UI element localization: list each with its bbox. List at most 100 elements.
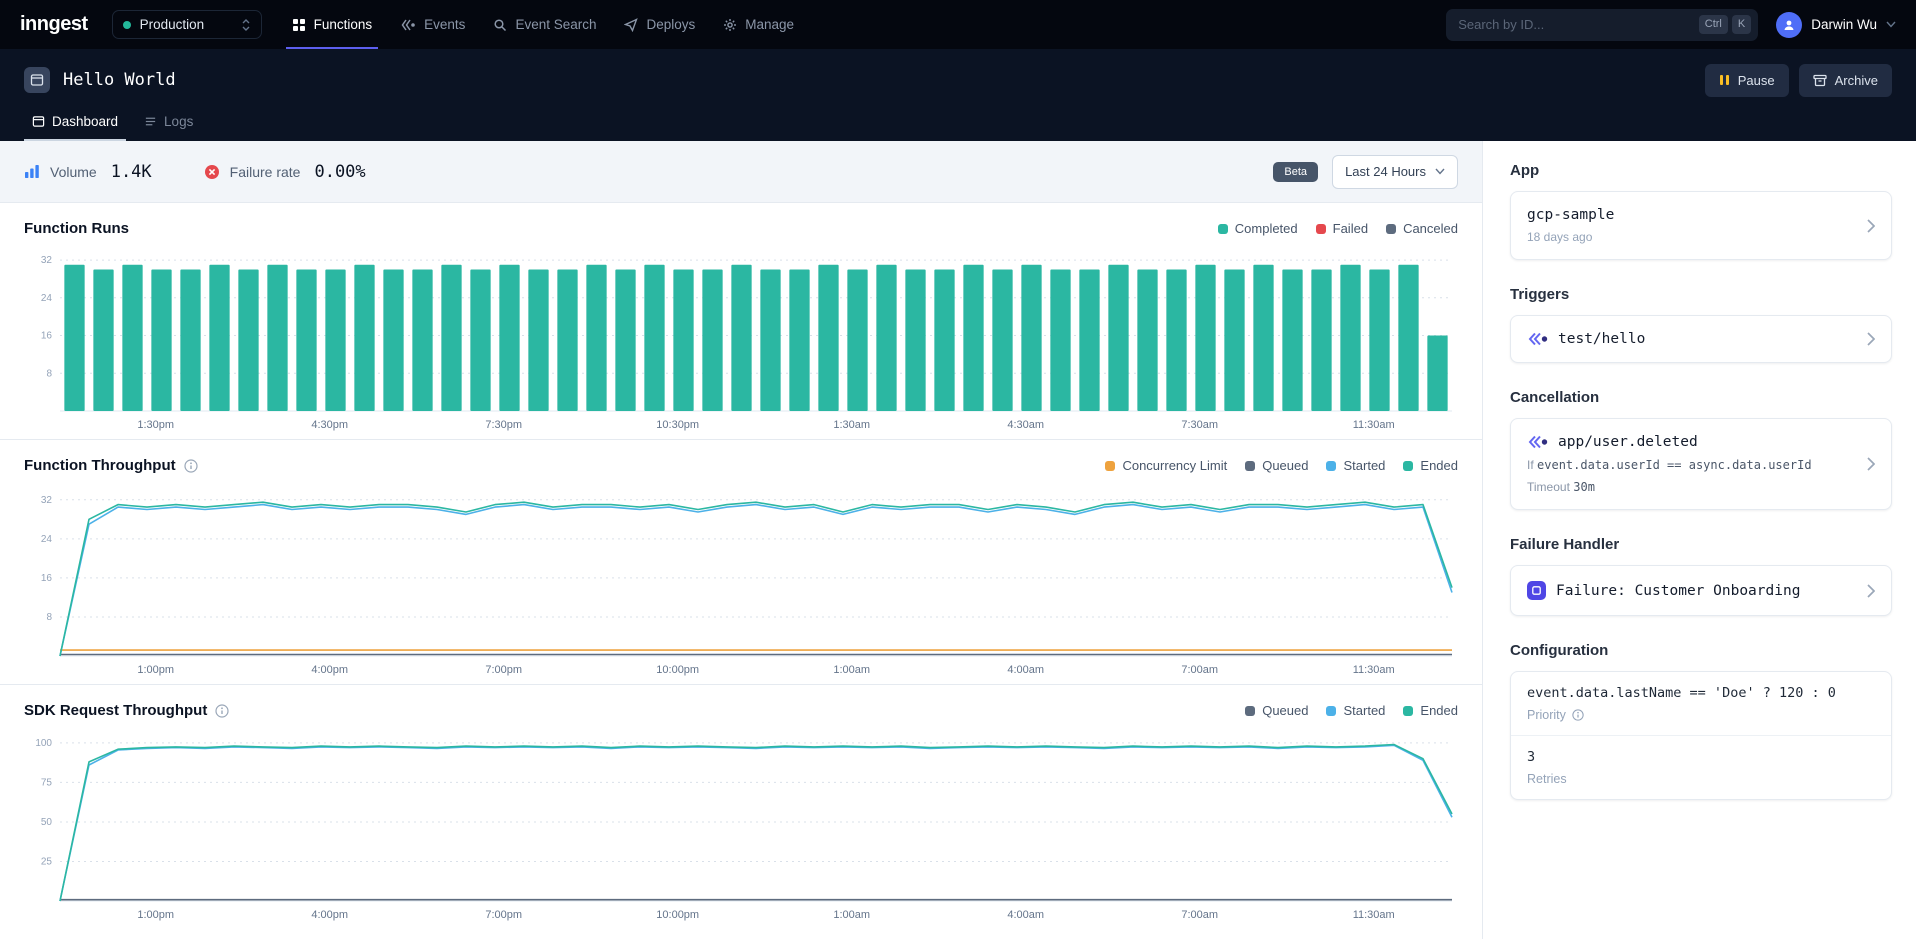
svg-text:32: 32: [41, 255, 53, 266]
cancellation-if-condition: If event.data.userId == async.data.userI…: [1527, 458, 1857, 472]
failure-handler-card[interactable]: Failure: Customer Onboarding: [1510, 565, 1892, 616]
legend-swatch: [1326, 706, 1336, 716]
svg-text:1:00pm: 1:00pm: [137, 664, 174, 676]
svg-text:10:00pm: 10:00pm: [656, 909, 699, 921]
legend-label: Failed: [1333, 221, 1368, 236]
app-heading: App: [1510, 162, 1892, 179]
function-app-icon: [24, 67, 50, 93]
time-range-select[interactable]: Last 24 Hours: [1332, 155, 1458, 189]
configuration-section: Configuration event.data.lastName == 'Do…: [1510, 642, 1892, 800]
nav-item-event-search[interactable]: Event Search: [479, 0, 610, 49]
svg-text:4:00am: 4:00am: [1007, 664, 1044, 676]
svg-text:1:30pm: 1:30pm: [137, 419, 174, 431]
env-status-dot: [123, 21, 131, 29]
svg-text:16: 16: [41, 331, 53, 342]
function-throughput-legend: Concurrency LimitQueuedStartedEnded: [1105, 458, 1458, 473]
trigger-card[interactable]: test/hello: [1510, 315, 1892, 363]
legend-swatch: [1218, 224, 1228, 234]
svg-text:10:30pm: 10:30pm: [656, 419, 699, 431]
avatar: [1776, 12, 1802, 38]
svg-text:24: 24: [41, 293, 53, 304]
svg-text:4:30pm: 4:30pm: [311, 419, 348, 431]
function-runs-section: Function Runs CompletedFailedCanceled 81…: [0, 203, 1482, 440]
legend-label: Queued: [1262, 458, 1308, 473]
app-card[interactable]: gcp-sample 18 days ago: [1510, 191, 1892, 260]
function-tabs: Dashboard Logs: [24, 104, 1892, 141]
function-throughput-title: Function Throughput: [24, 457, 176, 474]
inngest-logo[interactable]: inngest: [20, 13, 88, 36]
tab-logs[interactable]: Logs: [136, 104, 201, 141]
svg-text:100: 100: [35, 738, 52, 749]
failure-circle-x-icon: [204, 164, 220, 180]
legend-item: Queued: [1245, 703, 1308, 718]
svg-text:4:00pm: 4:00pm: [311, 909, 348, 921]
legend-item: Completed: [1218, 221, 1298, 236]
legend-label: Canceled: [1403, 221, 1458, 236]
nav-label: Manage: [745, 17, 794, 32]
info-icon[interactable]: [1572, 709, 1584, 721]
function-throughput-section: Function Throughput Concurrency LimitQue…: [0, 440, 1482, 685]
app-name: gcp-sample: [1527, 207, 1857, 223]
legend-label: Started: [1343, 458, 1385, 473]
legend-item: Started: [1326, 703, 1385, 718]
legend-swatch: [1245, 706, 1255, 716]
app-section: App gcp-sample 18 days ago: [1510, 162, 1892, 260]
svg-text:10:00pm: 10:00pm: [656, 664, 699, 676]
legend-item: Ended: [1403, 458, 1458, 473]
legend-item: Failed: [1316, 221, 1368, 236]
priority-label: Priority: [1527, 708, 1875, 722]
legend-item: Queued: [1245, 458, 1308, 473]
svg-text:32: 32: [41, 495, 53, 506]
legend-item: Canceled: [1386, 221, 1458, 236]
retries-label: Retries: [1527, 772, 1875, 786]
pause-icon: [1719, 74, 1730, 86]
svg-text:25: 25: [41, 856, 53, 867]
top-navbar: inngest Production Functions Events: [0, 0, 1916, 49]
search-box[interactable]: Ctrl K: [1446, 9, 1758, 41]
retries-row: 3 Retries: [1511, 736, 1891, 799]
configuration-card: event.data.lastName == 'Doe' ? 120 : 0 P…: [1510, 671, 1892, 800]
nav-right: Ctrl K Darwin Wu: [1446, 9, 1896, 41]
sdk-request-throughput-legend: Queued Started Ended: [1245, 703, 1458, 718]
nav-item-manage[interactable]: Manage: [709, 0, 808, 49]
pause-button[interactable]: Pause: [1705, 64, 1789, 97]
function-runs-chart: 81624321:30pm4:30pm7:30pm10:30pm1:30am4:…: [24, 243, 1458, 435]
failure-rate-stat: Failure rate 0.00%: [204, 162, 366, 182]
failure-handler-heading: Failure Handler: [1510, 536, 1892, 553]
primary-nav: Functions Events Event Search Deploys: [278, 0, 808, 49]
time-range-value: Last 24 Hours: [1345, 164, 1426, 179]
user-menu[interactable]: Darwin Wu: [1776, 12, 1896, 38]
tab-dashboard[interactable]: Dashboard: [24, 104, 126, 141]
sdk-request-throughput-chart: 2550751001:00pm4:00pm7:00pm10:00pm1:00am…: [24, 725, 1458, 925]
svg-text:24: 24: [41, 534, 53, 545]
volume-value: 1.4K: [111, 162, 152, 182]
search-input[interactable]: [1458, 17, 1695, 32]
legend-label: Ended: [1420, 458, 1458, 473]
nav-item-deploys[interactable]: Deploys: [610, 0, 709, 49]
cancellation-timeout: Timeout 30m: [1527, 480, 1857, 494]
triggers-section: Triggers test/hello: [1510, 286, 1892, 363]
function-runs-title: Function Runs: [24, 220, 129, 237]
svg-text:7:00pm: 7:00pm: [485, 909, 522, 921]
stats-bar: Volume 1.4K Failure rate 0.00% Beta Last…: [0, 141, 1482, 203]
nav-item-functions[interactable]: Functions: [278, 0, 387, 49]
nav-label: Event Search: [515, 17, 596, 32]
info-icon[interactable]: [184, 459, 198, 473]
pause-label: Pause: [1738, 73, 1775, 88]
search-icon: [493, 18, 507, 32]
nav-item-events[interactable]: Events: [386, 0, 479, 49]
archive-button[interactable]: Archive: [1799, 64, 1892, 97]
details-sidebar: App gcp-sample 18 days ago Triggers: [1482, 141, 1916, 939]
svg-text:7:00am: 7:00am: [1181, 664, 1218, 676]
event-icon: [1527, 332, 1548, 346]
user-name: Darwin Wu: [1811, 17, 1877, 32]
volume-bars-icon: [24, 164, 40, 179]
legend-swatch: [1316, 224, 1326, 234]
cancellation-card[interactable]: app/user.deleted If event.data.userId ==…: [1510, 418, 1892, 510]
legend-label: Ended: [1420, 703, 1458, 718]
info-icon[interactable]: [215, 704, 229, 718]
legend-swatch: [1326, 461, 1336, 471]
svg-text:8: 8: [46, 612, 52, 623]
environment-switcher[interactable]: Production: [112, 10, 262, 39]
chevron-down-icon: [1886, 21, 1896, 28]
